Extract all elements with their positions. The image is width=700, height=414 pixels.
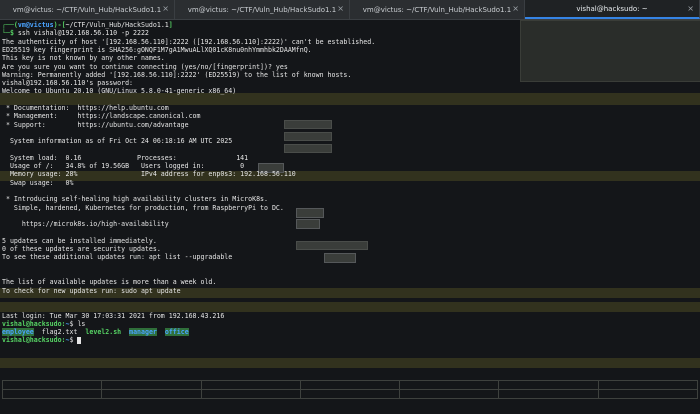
output-line: To see these additional updates run: apt… bbox=[2, 253, 233, 262]
background-button bbox=[296, 219, 320, 229]
tab-title: vm@victus: ~/CTF/Vuln_Hub/HackSudo1.1 bbox=[12, 5, 162, 14]
terminal-window[interactable]: ┌──(vm@victus)-[~/CTF/Vuln_Hub/HackSudo1… bbox=[0, 20, 700, 414]
prompt-user: vishal@hacksudo: bbox=[2, 319, 66, 328]
output-line: System information as of Fri Oct 24 06:1… bbox=[2, 137, 233, 146]
background-input-field bbox=[284, 144, 332, 153]
active-prompt-line: vishal@hacksudo:~$ bbox=[2, 336, 82, 345]
background-input-field bbox=[284, 132, 332, 141]
close-icon[interactable]: × bbox=[512, 4, 519, 13]
output-line: Swap usage: 0% bbox=[2, 178, 74, 187]
tab-3[interactable]: vm@victus: ~/CTF/Vuln_Hub/HackSudo1.1 × bbox=[350, 0, 525, 19]
ls-entry: employee bbox=[2, 328, 34, 337]
ls-entry: manager bbox=[129, 328, 157, 337]
prompt-user: vm@victus bbox=[17, 21, 54, 29]
background-input-field bbox=[284, 120, 332, 129]
tab-1[interactable]: vm@victus: ~/CTF/Vuln_Hub/HackSudo1.1 × bbox=[0, 0, 175, 19]
ls-entry: flag2.txt bbox=[41, 328, 78, 337]
tab-2[interactable]: vm@victus: ~/CTF/Vuln_Hub/HackSudo1.1 × bbox=[175, 0, 350, 19]
output-line: * Support: https://ubuntu.com/advantage bbox=[2, 120, 189, 129]
prompt-path: ~ bbox=[65, 319, 70, 328]
background-page-panel bbox=[520, 20, 700, 82]
tab-title: vm@victus: ~/CTF/Vuln_Hub/HackSudo1.1 bbox=[187, 5, 337, 14]
prompt-user: vishal@hacksudo: bbox=[2, 336, 66, 345]
tab-bar: vm@victus: ~/CTF/Vuln_Hub/HackSudo1.1 × vm… bbox=[0, 0, 700, 20]
output-line: Welcome to Ubuntu 20.10 (GNU/Linux 5.8.0… bbox=[2, 87, 237, 96]
tab-title: vm@victus: ~/CTF/Vuln_Hub/HackSudo1.1 bbox=[362, 5, 512, 14]
close-icon[interactable]: × bbox=[687, 4, 694, 13]
background-input-field bbox=[296, 241, 368, 250]
background-button bbox=[324, 253, 356, 263]
background-table bbox=[1, 380, 699, 399]
output-line: Simple, hardened, Kubernetes for product… bbox=[2, 203, 284, 212]
close-icon[interactable]: × bbox=[162, 4, 169, 13]
background-button bbox=[296, 208, 324, 218]
background-highlight-bar bbox=[0, 302, 700, 312]
tab-title: vishal@hacksudo: ~ bbox=[576, 4, 648, 13]
close-icon[interactable]: × bbox=[337, 4, 344, 13]
ls-entry: office bbox=[164, 328, 189, 337]
text-cursor bbox=[77, 336, 82, 344]
prompt-path: ~ bbox=[65, 336, 70, 345]
tab-4[interactable]: vishal@hacksudo: ~ × bbox=[525, 0, 700, 19]
output-line: To check for new updates run: sudo apt u… bbox=[2, 286, 181, 295]
prompt-path: ~/CTF/Vuln_Hub/HackSudo1.1 bbox=[65, 21, 169, 29]
ls-entry: level2.sh bbox=[85, 328, 122, 337]
output-line: https://microk8s.io/high-availability bbox=[2, 220, 169, 229]
background-highlight-bar bbox=[0, 358, 700, 368]
